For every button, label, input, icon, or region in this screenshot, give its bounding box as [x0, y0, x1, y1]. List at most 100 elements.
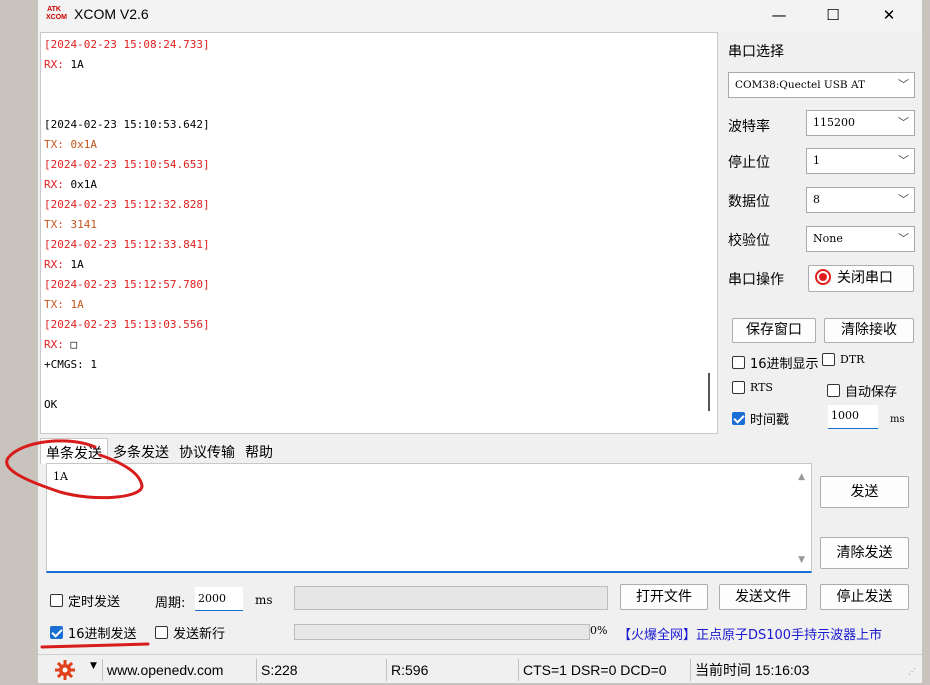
receive-line: [2024-02-23 15:08:24.733] [44, 38, 210, 51]
receive-line-prefix: RX: [44, 58, 64, 71]
receive-line: [2024-02-23 15:12:32.828] [44, 198, 210, 211]
dtr-checkbox[interactable]: DTR [822, 353, 864, 366]
auto-save-checkbox[interactable]: 自动保存 [827, 381, 897, 400]
rts-checkbox[interactable]: RTS [732, 381, 773, 394]
tab-single-send[interactable]: 单条发送 [40, 438, 108, 464]
send-tabs: 单条发送 多条发送 协议传输 帮助 [40, 438, 278, 464]
period-input[interactable]: 2000 [195, 587, 243, 611]
timestamp-checkbox[interactable]: 时间戳 [732, 409, 789, 428]
resize-grip-icon[interactable]: ⋰ [908, 667, 916, 676]
dtr-box[interactable] [822, 353, 835, 366]
status-website[interactable]: www.openedv.com [102, 659, 256, 681]
receive-line: TX: 3141 [44, 218, 97, 231]
tab-multi-send[interactable]: 多条发送 [108, 438, 174, 464]
chevron-down-icon: ﹀ [898, 193, 909, 206]
baud-label: 波特率 [728, 119, 770, 135]
save-window-button[interactable]: 保存窗口 [732, 318, 816, 343]
timed-send-checkbox[interactable]: 定时发送 [50, 591, 120, 610]
xcom-logo-icon: ATK XCOM [46, 6, 67, 21]
close-port-label: 关闭串口 [837, 270, 893, 286]
receive-line: TX: 0x1A [44, 138, 97, 151]
tab-protocol[interactable]: 协议传输 [174, 438, 240, 464]
receive-line: +CMGS: 1 [44, 358, 97, 371]
hex-send-box[interactable] [50, 626, 63, 639]
tab-help[interactable]: 帮助 [240, 438, 278, 464]
stop-bits-value: 1 [813, 154, 820, 167]
status-sent-count: S:228 [256, 659, 386, 681]
auto-save-box[interactable] [827, 384, 840, 397]
send-textarea[interactable]: 1A ▲ ▼ [46, 463, 812, 573]
send-newline-label: 发送新行 [173, 627, 226, 642]
timestamp-ms-unit: ms [890, 414, 905, 425]
data-bits-value: 8 [813, 193, 820, 206]
file-path-field[interactable] [294, 586, 608, 610]
minimize-button[interactable]: — [756, 2, 802, 30]
timed-send-label: 定时发送 [68, 595, 121, 610]
scroll-down-icon[interactable]: ▼ [798, 555, 805, 565]
settings-dropdown-icon[interactable]: ▼ [90, 661, 97, 671]
port-select-label: 串口选择 [728, 44, 784, 60]
hex-display-label: 16进制显示 [750, 357, 819, 372]
ad-link[interactable]: 【火爆全网】正点原子DS100手持示波器上市 [618, 624, 882, 643]
timed-send-box[interactable] [50, 594, 63, 607]
port-operation-label: 串口操作 [728, 272, 784, 288]
settings-gear-icon[interactable] [54, 659, 78, 681]
parity-select-value: None [813, 232, 843, 245]
stop-send-button[interactable]: 停止发送 [820, 584, 909, 610]
hex-display-checkbox[interactable]: 16进制显示 [732, 353, 819, 372]
parity-label: 校验位 [728, 233, 770, 249]
receive-scrollbar[interactable] [708, 373, 710, 411]
status-lines: CTS=1 DSR=0 DCD=0 [518, 659, 690, 681]
window-title: XCOM V2.6 [74, 6, 149, 22]
serial-settings-panel: 串口选择 COM38:Quectel USB AT ﹀ 波特率 115200 ﹀… [728, 32, 922, 437]
timestamp-ms-input[interactable]: 1000 [828, 405, 878, 429]
send-file-button[interactable]: 发送文件 [719, 584, 807, 610]
receive-line: RX: □ [44, 335, 77, 355]
receive-line-value: 1A [63, 258, 84, 271]
scroll-up-icon[interactable]: ▲ [798, 472, 805, 482]
close-port-button[interactable]: 关闭串口 [808, 265, 914, 292]
baud-select[interactable]: 115200 ﹀ [806, 110, 915, 136]
stop-bits-select[interactable]: 1 ﹀ [806, 148, 915, 174]
receive-line: [2024-02-23 15:10:54.653] [44, 158, 210, 171]
send-text: 1A [53, 470, 68, 483]
port-status-icon [815, 269, 831, 285]
data-bits-select[interactable]: 8 ﹀ [806, 187, 915, 213]
parity-select[interactable]: None ﹀ [806, 226, 915, 252]
receive-line-value: 0x1A [63, 178, 97, 191]
clear-send-button[interactable]: 清除发送 [820, 537, 909, 569]
send-newline-checkbox[interactable]: 发送新行 [155, 623, 225, 642]
timestamp-box[interactable] [732, 412, 745, 425]
receive-line: [2024-02-23 15:10:53.642] [44, 118, 210, 131]
receive-textarea[interactable]: [2024-02-23 15:08:24.733] RX: 1A [2024-02-… [40, 32, 718, 434]
chevron-down-icon: ﹀ [898, 116, 909, 129]
send-button[interactable]: 发送 [820, 476, 909, 508]
port-select[interactable]: COM38:Quectel USB AT ﹀ [728, 72, 915, 98]
open-file-button[interactable]: 打开文件 [620, 584, 708, 610]
clear-receive-button[interactable]: 清除接收 [824, 318, 914, 343]
receive-line: [2024-02-23 15:12:33.841] [44, 238, 210, 251]
chevron-down-icon: ﹀ [898, 154, 909, 167]
close-button[interactable]: ✕ [866, 2, 912, 30]
hex-display-box[interactable] [732, 356, 745, 369]
receive-line: TX: 1A [44, 298, 84, 311]
receive-line: RX: 1A [44, 55, 84, 75]
data-bits-label: 数据位 [728, 194, 770, 210]
status-current-time: 当前时间 15:16:03 [690, 659, 910, 681]
receive-line: RX: 0x1A [44, 175, 97, 195]
auto-save-label: 自动保存 [845, 385, 898, 400]
receive-line: OK [44, 398, 58, 411]
title-bar: ATK XCOM XCOM V2.6 — ☐ ✕ [38, 0, 922, 31]
receive-line: RX: 1A [44, 255, 84, 275]
receive-line: [2024-02-23 15:13:03.556] [44, 318, 210, 331]
receive-line-prefix: RX: [44, 338, 64, 351]
status-bar: ▼ www.openedv.com S:228 R:596 CTS=1 DSR=… [38, 654, 922, 683]
period-label: 周期: [155, 596, 186, 611]
rts-label: RTS [750, 381, 773, 394]
stop-bits-label: 停止位 [728, 155, 770, 171]
send-newline-box[interactable] [155, 626, 168, 639]
xcom-window: ATK XCOM XCOM V2.6 — ☐ ✕ [2024-02-23 15:0… [38, 0, 922, 683]
rts-box[interactable] [732, 381, 745, 394]
hex-send-checkbox[interactable]: 16进制发送 [50, 623, 137, 642]
maximize-button[interactable]: ☐ [810, 2, 856, 30]
